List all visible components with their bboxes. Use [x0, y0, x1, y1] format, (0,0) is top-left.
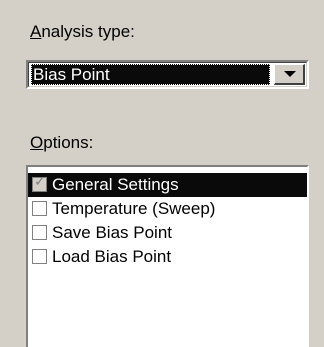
options-label: Options: [30, 133, 93, 153]
list-item-label: General Settings [52, 175, 179, 194]
list-item-label: Load Bias Point [52, 247, 172, 266]
combobox-frame: Bias Point [28, 62, 307, 87]
analysis-type-selected-value[interactable]: Bias Point [31, 64, 270, 85]
load-bias-point-checkbox[interactable] [32, 249, 47, 264]
analysis-type-combobox[interactable]: Bias Point [26, 60, 309, 89]
list-item-save-bias-point[interactable]: Save Bias Point [28, 221, 307, 245]
list-item-label: Save Bias Point [52, 223, 173, 242]
general-settings-checkbox[interactable]: ✓ [32, 174, 47, 192]
checkmark-icon: ✓ [34, 174, 46, 190]
analysis-type-label: Analysis type: [30, 22, 135, 42]
temperature-sweep-checkbox[interactable] [32, 201, 47, 216]
analysis-type-value-text: Bias Point [33, 65, 110, 84]
options-label-text: ptions: [43, 133, 94, 152]
analysis-type-label-text: nalysis type: [41, 22, 135, 41]
save-bias-point-checkbox[interactable] [32, 225, 47, 240]
analysis-type-dropdown-button[interactable] [274, 64, 305, 85]
analysis-type-accelerator: A [30, 22, 42, 41]
chevron-down-icon [284, 71, 296, 77]
list-item-label: Temperature (Sweep) [52, 199, 216, 218]
list-item-temperature-sweep[interactable]: Temperature (Sweep) [28, 197, 307, 221]
list-item-general-settings[interactable]: ✓ General Settings [28, 173, 307, 197]
options-listbox[interactable]: ✓ General Settings Temperature (Sweep) S… [26, 165, 309, 347]
list-item-load-bias-point[interactable]: Load Bias Point [28, 245, 307, 269]
options-accelerator: O [30, 133, 44, 152]
